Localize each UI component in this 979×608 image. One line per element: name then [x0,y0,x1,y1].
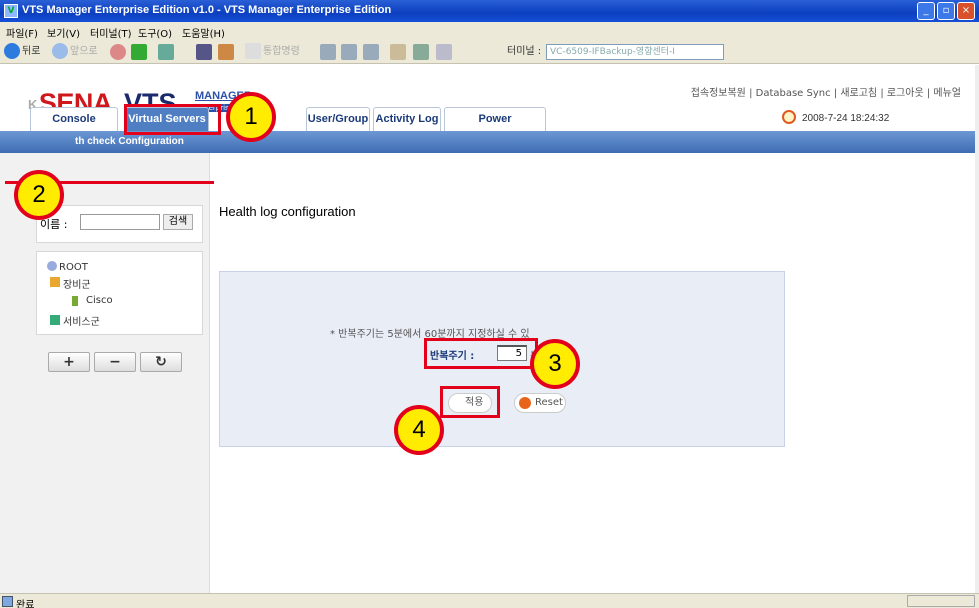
sound-icon[interactable] [436,44,452,60]
highlight-apply-button [440,386,500,418]
status-cell [907,595,975,607]
forward-icon [52,43,68,59]
window-title-bar: V VTS Manager Enterprise Edition v1.0 - … [0,0,979,22]
terminal-select[interactable]: VC-6509-IFBackup-영향센터-I [546,44,724,60]
layout-icon-3[interactable] [363,44,379,60]
tree-group-equipment[interactable]: 장비군 [63,276,91,291]
reset-button[interactable]: Reset [514,393,566,413]
highlight-period-field [424,338,538,369]
add-button[interactable]: + [48,352,90,372]
menu-terminal[interactable]: 터미널(T) [90,25,132,40]
step-badge-1: 1 [226,92,276,142]
lock-icon[interactable] [218,44,234,60]
layout-icon-1[interactable] [320,44,336,60]
refresh-tree-button[interactable]: ↻ [140,352,182,372]
print-icon[interactable] [196,44,212,60]
status-text: 완료 [16,600,35,608]
tree-root[interactable]: ROOT [59,262,88,273]
menu-help[interactable]: 도움말(H) [182,25,225,40]
root-icon [47,261,57,271]
status-page-icon [2,596,13,607]
close-button[interactable]: × [957,2,975,20]
menu-file[interactable]: 파일(F) [6,25,38,40]
app-icon: V [4,4,18,18]
back-button[interactable]: 뒤로 [4,43,40,61]
step-badge-2: 2 [14,170,64,220]
page-title: Health log configuration [219,204,356,219]
scrollbar[interactable] [975,65,979,593]
step-badge-4: 4 [394,405,444,455]
remove-button[interactable]: − [94,352,136,372]
menu-view[interactable]: 보기(V) [47,25,80,40]
tab-console-servers[interactable]: Console Servers [30,107,118,147]
terminal-label: 터미널 : [507,46,542,57]
toolbar: 뒤로 앞으로 통합명령 터미널 : [0,40,979,64]
tree-item-cisco[interactable]: Cisco [86,295,113,306]
menu-bar: 파일(F) 보기(V) 터미널(T) 도구(O) 도움말(H) [0,22,979,40]
search-button[interactable]: 검색 [163,214,193,230]
step-badge-3: 3 [530,339,580,389]
device-icon [72,296,78,306]
command-icon [245,43,261,59]
back-icon [4,43,20,59]
datetime: 2008-7-24 18:24:32 [802,113,890,124]
forward-button[interactable]: 앞으로 [52,43,98,61]
folder-icon [50,277,60,287]
search-input[interactable] [80,214,160,230]
tab-power-management[interactable]: Power Management [444,107,546,147]
reset-icon [519,397,531,409]
network-icon[interactable] [413,44,429,60]
window-title: VTS Manager Enterprise Edition v1.0 - VT… [22,4,392,16]
clock-icon [782,110,796,124]
tree-group-service[interactable]: 서비스군 [63,313,100,328]
maximize-button[interactable]: ▫ [937,2,955,20]
service-folder-icon [50,315,60,325]
highlight-virtual-servers-tab [124,104,221,135]
minimize-button[interactable]: _ [917,2,935,20]
integrated-command-button[interactable]: 통합명령 [245,43,300,61]
tab-activity-log[interactable]: Activity Log [373,107,441,131]
connect-icon[interactable] [158,44,174,60]
status-bar: 완료 [0,593,979,608]
layout-icon-2[interactable] [341,44,357,60]
refresh-icon[interactable] [131,44,147,60]
tab-user-group[interactable]: User/Group [306,107,370,131]
menu-tools[interactable]: 도구(O) [138,25,172,40]
edit-icon[interactable] [390,44,406,60]
top-links[interactable]: 접속정보복원 | Database Sync | 새로고침 | 로그아웃 | 메… [691,84,961,99]
stop-icon[interactable] [110,44,126,60]
